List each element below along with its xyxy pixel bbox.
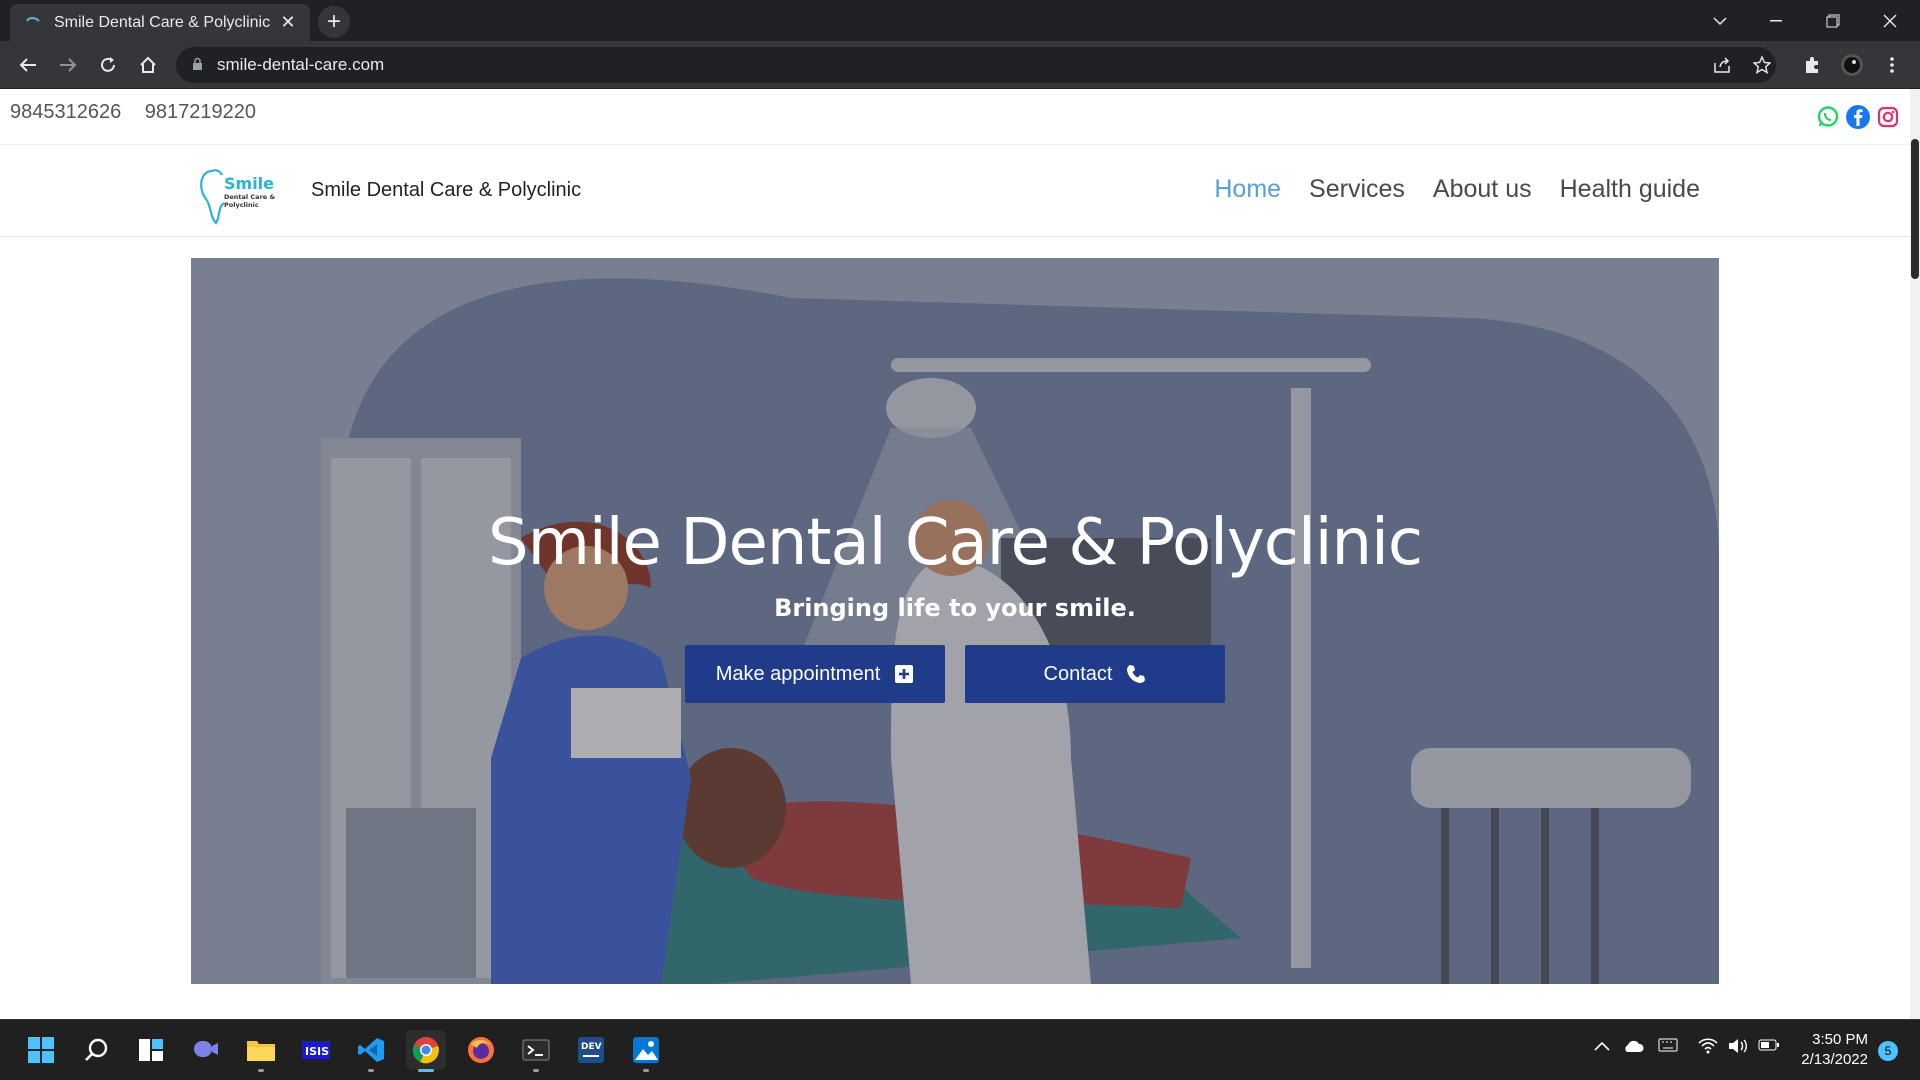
site-header: Smile Dental Care & Polyclinic Smile Den… [0, 145, 1910, 237]
terminal-indicator [533, 1069, 539, 1072]
instagram-icon[interactable] [1876, 105, 1900, 129]
svg-text:DEV: DEV [581, 1042, 602, 1052]
teams-chat-icon[interactable] [186, 1030, 226, 1070]
url-text: smile-dental-care.com [217, 55, 385, 74]
page-scrollbar[interactable] [1910, 89, 1920, 1019]
close-window-icon[interactable] [1862, 0, 1918, 41]
firefox-icon[interactable] [461, 1030, 501, 1070]
social-links [1816, 105, 1900, 129]
clock-time: 3:50 PM [1812, 1031, 1868, 1048]
phone-number-1[interactable]: 9845312626 [10, 101, 121, 123]
system-clock[interactable]: 3:50 PM 2/13/2022 [1801, 1030, 1868, 1070]
nav-home[interactable]: Home [1214, 175, 1281, 204]
wifi-icon[interactable] [1698, 1038, 1718, 1059]
site-brand-name[interactable]: Smile Dental Care & Polyclinic [311, 179, 581, 202]
restore-icon[interactable] [1805, 0, 1861, 41]
site-logo[interactable]: Smile Dental Care & Polyclinic [198, 165, 282, 225]
home-icon[interactable] [132, 49, 164, 81]
search-icon[interactable] [76, 1030, 116, 1070]
windows-taskbar: ISIS DEV 3:50 PM 2/13/2022 5 [0, 1019, 1920, 1080]
contact-topbar: 9845312626 9817219220 [0, 89, 1910, 145]
dev-home-icon[interactable]: DEV [571, 1030, 611, 1070]
scrollbar-thumb[interactable] [1911, 139, 1919, 279]
tab-close-icon[interactable]: ✕ [278, 12, 298, 33]
chrome-indicator [418, 1069, 434, 1072]
iis-app-icon[interactable]: ISIS [296, 1030, 336, 1070]
menu-dots-icon[interactable] [1876, 49, 1908, 81]
browser-tab-bar: Smile Dental Care & Polyclinic ✕ + [0, 0, 1920, 41]
extensions-icon[interactable] [1796, 49, 1828, 81]
minimize-icon[interactable] [1748, 0, 1804, 41]
vscode-icon[interactable] [351, 1030, 391, 1072]
file-explorer-indicator [258, 1069, 264, 1072]
start-icon[interactable] [21, 1030, 61, 1070]
volume-icon[interactable] [1728, 1038, 1748, 1059]
tab-search-icon[interactable] [1692, 0, 1748, 41]
lock-icon[interactable] [192, 57, 203, 74]
battery-icon[interactable] [1758, 1038, 1780, 1057]
web-page: 9845312626 9817219220 Smile Dental Care … [0, 89, 1920, 1019]
svg-text:Polyclinic: Polyclinic [224, 201, 259, 209]
reload-icon[interactable] [92, 49, 124, 81]
browser-toolbar: smile-dental-care.com [0, 41, 1920, 89]
nav-about-us[interactable]: About us [1433, 175, 1532, 204]
hero-subtitle: Bringing life to your smile. [774, 594, 1136, 622]
onedrive-icon[interactable] [1622, 1038, 1644, 1059]
phone-icon [1126, 664, 1146, 684]
keyboard-icon[interactable] [1658, 1038, 1678, 1057]
contact-label: Contact [1043, 662, 1113, 685]
terminal-icon[interactable] [516, 1030, 556, 1072]
back-icon[interactable] [12, 49, 44, 81]
nav-services[interactable]: Services [1309, 175, 1405, 204]
chrome-icon[interactable] [406, 1030, 446, 1072]
clock-date: 2/13/2022 [1801, 1051, 1868, 1068]
new-tab-button[interactable]: + [318, 6, 350, 38]
bookmark-star-icon[interactable] [1746, 49, 1778, 81]
address-bar[interactable]: smile-dental-care.com [176, 47, 1776, 83]
browser-tab[interactable]: Smile Dental Care & Polyclinic ✕ [10, 4, 310, 41]
svg-text:Dental Care &: Dental Care & [224, 193, 275, 201]
share-icon[interactable] [1706, 49, 1738, 81]
phone-numbers: 9845312626 9817219220 [10, 101, 274, 124]
photos-icon[interactable] [626, 1030, 666, 1072]
favicon-icon [24, 14, 42, 32]
tray-overflow-icon[interactable] [1594, 1038, 1610, 1056]
nav-health-guide[interactable]: Health guide [1560, 175, 1700, 204]
contact-button[interactable]: Contact [965, 645, 1225, 703]
file-explorer-icon[interactable] [241, 1030, 281, 1072]
forward-icon[interactable] [52, 49, 84, 81]
photos-indicator [643, 1069, 649, 1072]
svg-text:Smile: Smile [224, 174, 274, 193]
facebook-icon[interactable] [1846, 105, 1870, 129]
svg-text:ISIS: ISIS [305, 1045, 329, 1058]
plus-square-icon [894, 664, 914, 684]
whatsapp-icon[interactable] [1816, 105, 1840, 129]
task-view-icon[interactable] [131, 1030, 171, 1070]
hero-title: Smile Dental Care & Polyclinic [487, 506, 1423, 580]
phone-number-2[interactable]: 9817219220 [145, 101, 256, 123]
notification-badge[interactable]: 5 [1878, 1041, 1898, 1061]
hero-banner: Smile Dental Care & Polyclinic Bringing … [191, 258, 1719, 984]
vscode-indicator [368, 1069, 374, 1072]
make-appointment-label: Make appointment [715, 662, 881, 685]
profile-avatar-icon[interactable] [1836, 49, 1868, 81]
main-nav: Home Services About us Health guide [1214, 175, 1700, 204]
tab-title: Smile Dental Care & Polyclinic [54, 13, 271, 31]
make-appointment-button[interactable]: Make appointment [685, 645, 945, 703]
